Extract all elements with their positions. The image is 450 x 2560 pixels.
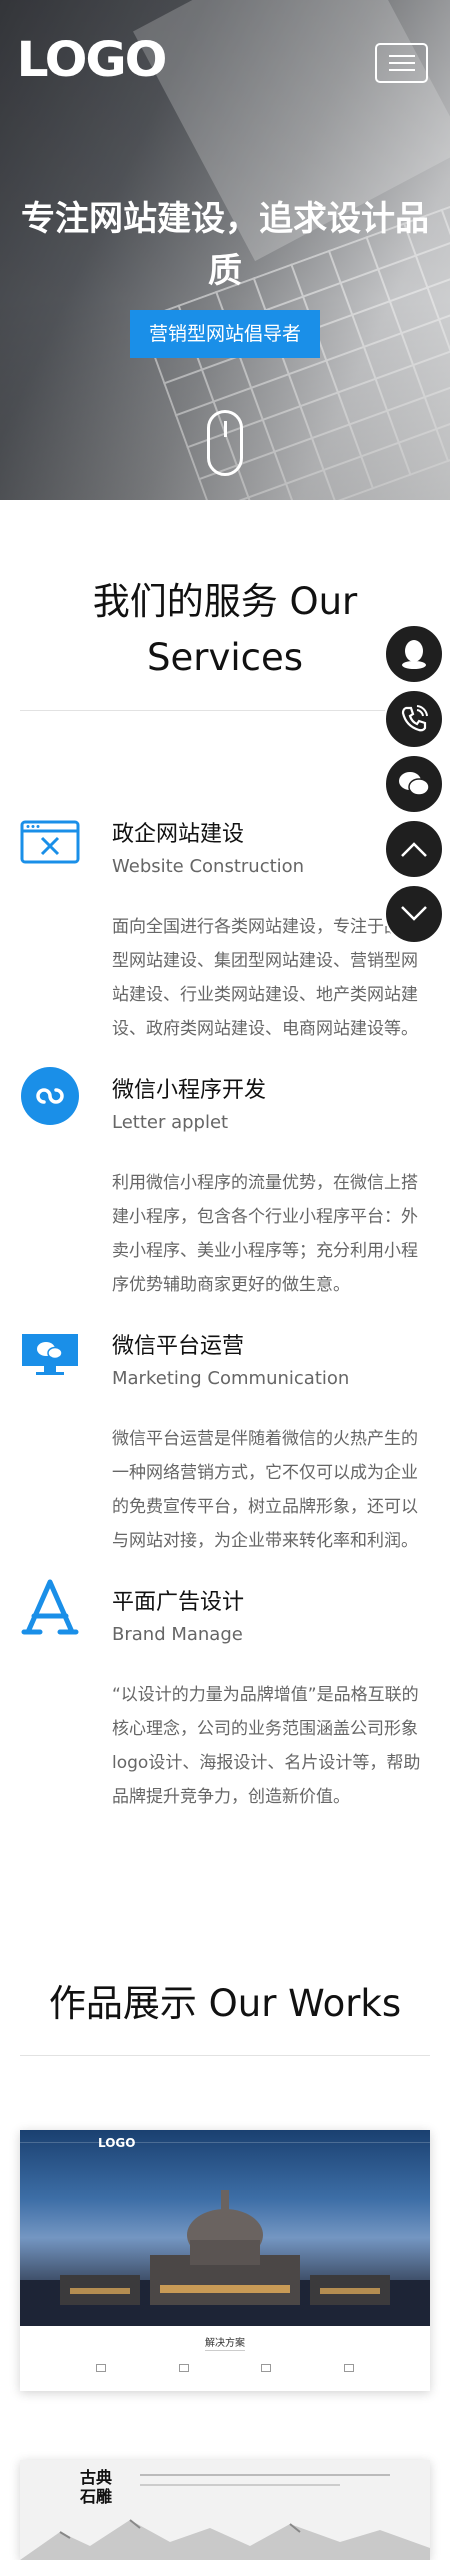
service-item[interactable]: 微信小程序开发 Letter applet 利用微信小程序的流量优势，在微信上搭… [20, 1066, 430, 1306]
chevron-down-icon[interactable] [384, 884, 444, 944]
service-name: 平面广告设计 [112, 1590, 245, 1615]
app-store-icon [21, 1579, 79, 1635]
menu-button[interactable] [375, 43, 428, 83]
small-icon [343, 2364, 354, 2372]
work-card[interactable]: LOGO 解决方案 [20, 2130, 430, 2391]
phone-icon[interactable] [384, 689, 444, 749]
service-description: 微信平台运营是伴随着微信的火热产生的一种网络营销方式，它不仅可以成为企业的免费宣… [112, 1429, 418, 1551]
service-name: 微信小程序开发 [112, 1078, 267, 1103]
chevron-up-icon[interactable] [384, 819, 444, 879]
work-logo: LOGO [98, 2136, 136, 2150]
divider [20, 710, 430, 711]
small-icon [261, 2364, 272, 2372]
site-logo[interactable]: LOGO [16, 36, 167, 84]
service-item[interactable]: 平面广告设计 Brand Manage “以设计的力量为品牌增值”是品格互联的核… [20, 1578, 430, 1818]
wechat-monitor-icon [22, 1334, 78, 1375]
work-caption-area: 解决方案 [20, 2326, 430, 2391]
browser-settings-icon [20, 820, 80, 864]
hamburger-line [388, 69, 415, 71]
services-title: 我们的服务 Our Services [92, 580, 358, 679]
small-icon [178, 2364, 189, 2372]
hero-cta-button[interactable]: 营销型网站倡导者 [130, 310, 320, 358]
divider [20, 2055, 430, 2056]
hero-title: 专注网站建设，追求设计品质 [21, 199, 429, 291]
work-thumbnail: LOGO [20, 2130, 430, 2326]
hamburger-line [388, 55, 415, 57]
service-name: 政企网站建设 [112, 822, 245, 847]
work-card[interactable]: 古典石雕 [20, 2460, 430, 2560]
service-description: 利用微信小程序的流量优势，在微信上搭建小程序，包含各个行业小程序平台：外卖小程序… [112, 1173, 418, 1295]
work-caption: 解决方案 [205, 2338, 245, 2349]
service-name: 微信平台运营 [112, 1334, 245, 1359]
scroll-mouse-icon[interactable] [207, 410, 243, 476]
wechat-icon[interactable] [384, 754, 444, 814]
capitol-building-image [20, 2190, 430, 2326]
service-description: 面向全国进行各类网站建设，专注于品牌型网站建设、集团型网站建设、营销型网站建设、… [112, 917, 418, 1039]
service-english: Marketing Communication [112, 1368, 350, 1389]
work-logo: 古典石雕 [80, 2468, 113, 2506]
service-description: “以设计的力量为品牌增值”是品格互联的核心理念，公司的业务范围涵盖公司形象log… [112, 1685, 421, 1807]
hero-banner: LOGO 专注网站建设，追求设计品质 营销型网站倡导者 [0, 0, 450, 500]
service-item[interactable]: 政企网站建设 Website Construction 面向全国进行各类网站建设… [20, 810, 430, 1050]
mountain-ink-image [20, 2519, 430, 2560]
qq-icon[interactable] [384, 624, 444, 684]
hamburger-line [388, 62, 415, 64]
small-icon [96, 2364, 107, 2372]
service-english: Letter applet [112, 1112, 229, 1133]
service-english: Brand Manage [112, 1624, 243, 1645]
service-item[interactable]: 微信平台运营 Marketing Communication 微信平台运营是伴随… [20, 1322, 430, 1562]
mini-program-icon [21, 1067, 79, 1125]
floating-toolbar [384, 624, 444, 949]
service-english: Website Construction [112, 856, 305, 877]
works-title: 作品展示 Our Works [48, 1982, 402, 2025]
